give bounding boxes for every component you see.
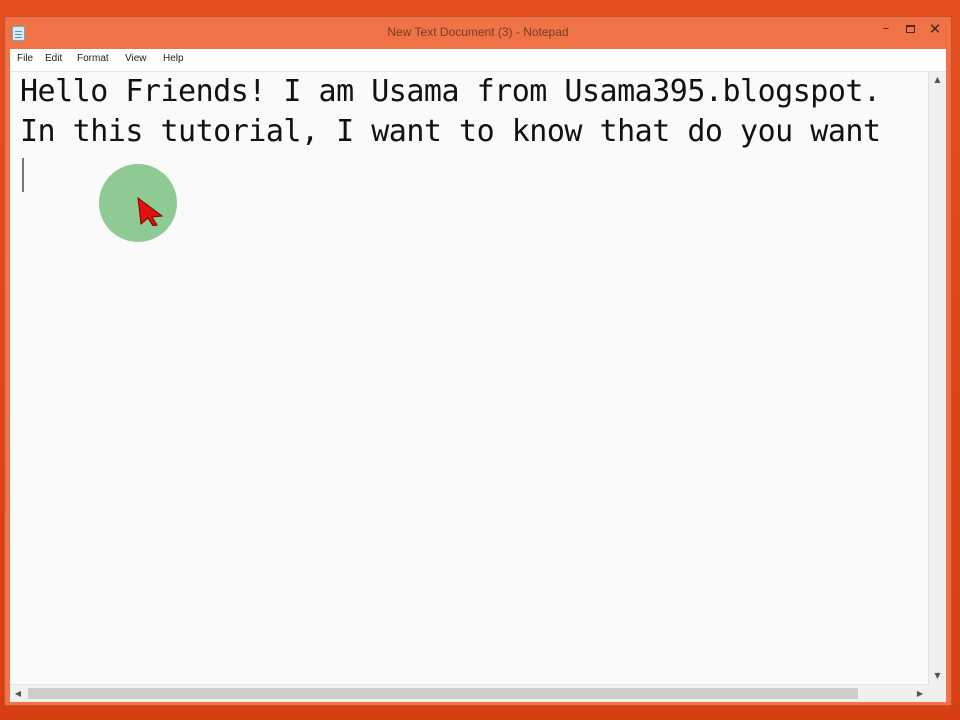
menu-edit[interactable]: Edit — [45, 53, 62, 64]
title-bar[interactable]: New Text Document (3) - Notepad – ✕ — [5, 17, 951, 49]
maximize-icon — [905, 24, 915, 33]
editor-line-2: In this tutorial, I want to know that do… — [20, 114, 881, 149]
menu-bar: File Edit Format View Help — [10, 49, 946, 72]
editor-line-1: Hello Friends! I am Usama from Usama395.… — [20, 74, 881, 109]
menu-view[interactable]: View — [125, 53, 147, 64]
close-button[interactable]: ✕ — [923, 19, 947, 39]
vertical-scrollbar[interactable]: ▲ ▼ — [928, 72, 946, 684]
horizontal-scroll-thumb[interactable] — [28, 688, 858, 699]
text-caret — [22, 158, 24, 192]
window-title: New Text Document (3) - Notepad — [387, 25, 569, 39]
scroll-down-arrow-icon[interactable]: ▼ — [929, 668, 946, 684]
scrollbar-corner — [928, 684, 946, 702]
menu-file[interactable]: File — [17, 53, 33, 64]
scroll-left-arrow-icon[interactable]: ◀ — [10, 685, 26, 702]
maximize-button[interactable] — [899, 19, 921, 39]
horizontal-scrollbar[interactable]: ◀ ▶ — [10, 684, 928, 702]
text-editor-area[interactable]: Hello Friends! I am Usama from Usama395.… — [10, 72, 928, 684]
menu-format[interactable]: Format — [77, 53, 109, 64]
mouse-pointer-icon — [137, 196, 164, 226]
notepad-window: New Text Document (3) - Notepad – ✕ File… — [4, 16, 952, 706]
menu-help[interactable]: Help — [163, 53, 184, 64]
desktop-background: New Text Document (3) - Notepad – ✕ File… — [0, 0, 960, 720]
minimize-button[interactable]: – — [875, 19, 897, 39]
scroll-right-arrow-icon[interactable]: ▶ — [912, 685, 928, 702]
scroll-up-arrow-icon[interactable]: ▲ — [929, 72, 946, 88]
